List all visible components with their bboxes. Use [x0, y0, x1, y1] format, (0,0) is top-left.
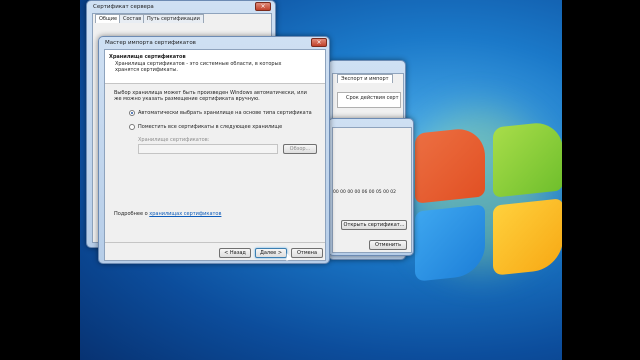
cancel-button[interactable]: Отмена — [291, 248, 323, 258]
store-input[interactable] — [138, 144, 278, 154]
windows-logo — [415, 120, 562, 290]
more-info: Подробнее о хранилищах сертификатов — [114, 211, 221, 217]
properties-window[interactable]: 00 00 00 00 06 00 05 00 02 Открыть серти… — [328, 118, 414, 256]
hex-value: 00 00 00 00 06 00 05 00 02 — [333, 190, 396, 195]
tab-export-import[interactable]: Экспорт и импорт — [337, 74, 393, 83]
properties-window-client: 00 00 00 00 06 00 05 00 02 Открыть серти… — [332, 127, 412, 253]
more-info-link[interactable]: хранилищах сертификатов — [149, 211, 221, 217]
header-title: Хранилище сертификатов — [109, 54, 186, 60]
radio-manual-label: Поместить все сертификаты в следующее хр… — [138, 124, 283, 130]
wizard-title: Мастер импорта сертификатов — [105, 40, 196, 46]
wizard-client: Хранилище сертификатов Хранилища сертифи… — [104, 49, 326, 261]
back-button[interactable]: < Назад — [219, 248, 251, 258]
next-button[interactable]: Далее > — [255, 248, 287, 258]
radio-auto-label: Автоматически выбрать хранилище на основ… — [138, 110, 312, 116]
footer-divider — [105, 242, 325, 243]
body-text: Выбор хранилища может быть произведен Wi… — [114, 90, 307, 102]
tab-general[interactable]: Общие — [95, 14, 122, 23]
open-certificate-button[interactable]: Открыть сертификат... — [341, 220, 407, 230]
radio-auto[interactable] — [129, 110, 135, 116]
certificate-window-title: Сертификат сервера — [93, 4, 154, 10]
browse-button[interactable]: Обзор... — [283, 144, 317, 154]
wizard-header: Хранилище сертификатов Хранилища сертифи… — [105, 50, 325, 84]
header-desc: Хранилища сертификатов - это системные о… — [115, 61, 282, 73]
close-icon[interactable]: × — [311, 38, 327, 47]
desktop: Сертификат сервера × Общие Состав Путь с… — [80, 0, 562, 360]
radio-manual[interactable] — [129, 124, 135, 130]
column-header: Срок действия серт — [346, 95, 399, 101]
list-header: Срок действия серт — [337, 92, 401, 108]
more-info-prefix: Подробнее о — [114, 211, 148, 217]
tab-details[interactable]: Состав — [119, 14, 146, 23]
tab-cert-path[interactable]: Путь сертификации — [143, 14, 204, 23]
store-label: Хранилище сертификатов: — [138, 137, 210, 143]
cancel-button[interactable]: Отменить — [369, 240, 407, 250]
close-icon[interactable]: × — [255, 2, 271, 11]
import-wizard-dialog[interactable]: Мастер импорта сертификатов × Хранилище … — [98, 36, 330, 264]
